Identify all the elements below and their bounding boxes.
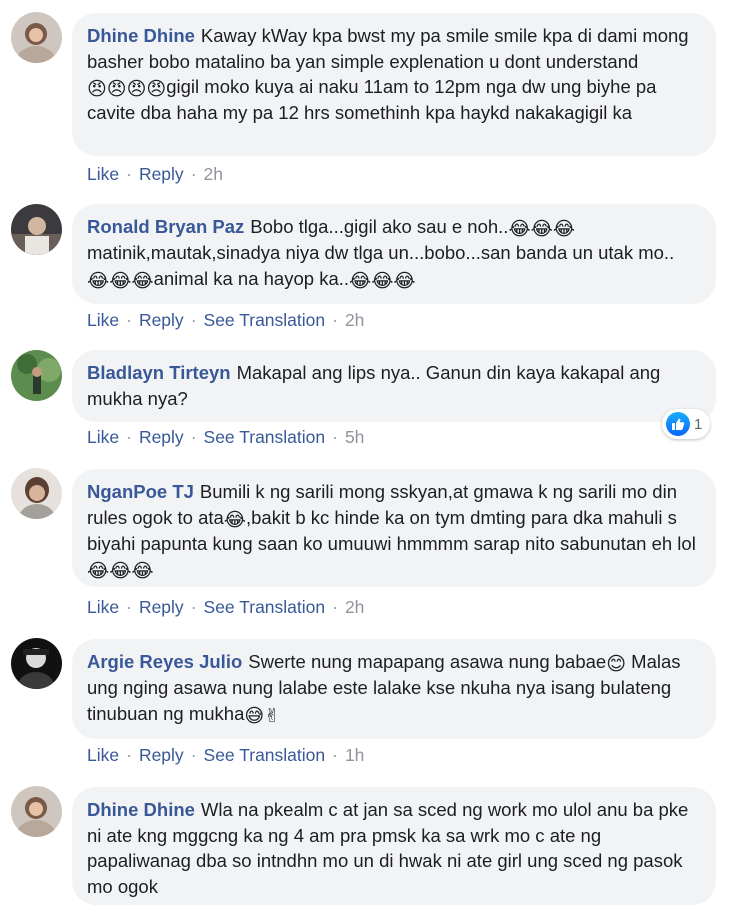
comment-bubble: Ronald Bryan Paz Bobo tlga...gigil ako sa… (72, 204, 716, 304)
separator-dot: · (190, 310, 197, 330)
laughing-emoji: 😂 (223, 509, 246, 531)
separator-dot: · (332, 427, 338, 447)
avatar[interactable] (11, 12, 62, 63)
comment-bubble: Dhine Dhine Wla na pkealm c at jan sa sce… (72, 787, 716, 905)
reaction-count[interactable]: 1 (662, 409, 711, 439)
separator-dot: · (126, 427, 132, 447)
separator-dot: · (126, 597, 132, 617)
comment-bubble: NganPoe TJ Bumili k ng sarili mong sskyan… (72, 469, 716, 587)
comment-time[interactable]: 5h (345, 427, 364, 447)
comment-bubble: Dhine Dhine Kaway kWay kpa bwst my pa smi… (72, 13, 716, 156)
comment-author[interactable]: NganPoe TJ (87, 481, 194, 502)
reply-link[interactable]: Reply (139, 427, 184, 447)
comment-text: matinik,mautak,sinadya niya dw tlga un..… (87, 242, 675, 263)
see-translation-link[interactable]: See Translation (204, 310, 326, 330)
separator-dot: · (126, 745, 132, 765)
comment-actions: Like · Reply · See Translation · 5h (87, 425, 364, 449)
comment-text: gigil moko kuya ai naku 11am to 12pm nga… (87, 76, 657, 124)
laughing-emoji: 😂😂😂 (508, 219, 576, 240)
separator-dot: · (126, 310, 132, 330)
like-link[interactable]: Like (87, 745, 119, 765)
smiling-emoji: 😊 (606, 654, 627, 675)
angry-emoji: 😠😠😠😠 (87, 79, 167, 101)
separator-dot: · (190, 164, 197, 184)
laughing-emoji: 😂😂😂 (87, 270, 154, 292)
reply-link[interactable]: Reply (139, 597, 184, 617)
comment-time[interactable]: 2h (204, 164, 223, 184)
avatar[interactable] (11, 786, 62, 837)
separator-dot: · (332, 310, 338, 330)
comment-bubble: Argie Reyes Julio Swerte nung mapapang as… (72, 639, 716, 739)
reply-link[interactable]: Reply (139, 310, 184, 330)
comment-time[interactable]: 2h (345, 310, 364, 330)
separator-dot: · (126, 164, 132, 184)
comment-text: Bobo tlga...gigil ako sau e noh.. (250, 216, 509, 237)
avatar[interactable] (11, 204, 62, 255)
see-translation-link[interactable]: See Translation (204, 427, 326, 447)
like-link[interactable]: Like (87, 310, 119, 330)
like-link[interactable]: Like (87, 164, 119, 184)
comment-text: Swerte nung mapapang asawa nung babae (248, 651, 607, 672)
comment-author[interactable]: Ronald Bryan Paz (87, 216, 244, 237)
separator-dot: · (190, 597, 197, 617)
like-link[interactable]: Like (87, 597, 119, 617)
comment-time[interactable]: 1h (345, 745, 364, 765)
laughing-emoji: 😂😂😂 (87, 561, 154, 583)
comment-author[interactable]: Argie Reyes Julio (87, 651, 242, 672)
like-thumb-icon (666, 412, 690, 436)
comment-text: animal ka na hayop ka.. (153, 267, 350, 289)
like-link[interactable]: Like (87, 427, 119, 447)
separator-dot: · (332, 745, 338, 765)
avatar[interactable] (11, 638, 62, 689)
comment-actions: Like · Reply · See Translation · 2h (87, 308, 364, 332)
avatar[interactable] (11, 350, 62, 401)
separator-dot: · (190, 427, 197, 447)
comment-actions: Like · Reply · See Translation · 2h (87, 595, 364, 619)
laughing-emoji: 😂😂😂 (349, 270, 416, 292)
comment-actions: Like · Reply · 2h (87, 162, 223, 186)
reply-link[interactable]: Reply (139, 164, 184, 184)
separator-dot: · (190, 745, 197, 765)
see-translation-link[interactable]: See Translation (204, 597, 326, 617)
comment-author[interactable]: Dhine Dhine (87, 799, 195, 820)
separator-dot: · (332, 597, 338, 617)
comment-author[interactable]: Dhine Dhine (87, 25, 195, 46)
see-translation-link[interactable]: See Translation (204, 745, 326, 765)
comment-actions: Like · Reply · See Translation · 1h (87, 743, 364, 767)
comment-time[interactable]: 2h (345, 597, 364, 617)
comment-bubble: Bladlayn Tirteyn Makapal ang lips nya.. G… (72, 350, 716, 422)
reply-link[interactable]: Reply (139, 745, 184, 765)
comment-author[interactable]: Bladlayn Tirteyn (87, 362, 231, 383)
sweat-smile-emoji: 😅✌ (244, 705, 281, 727)
reaction-count-value: 1 (694, 415, 703, 433)
avatar[interactable] (11, 468, 62, 519)
